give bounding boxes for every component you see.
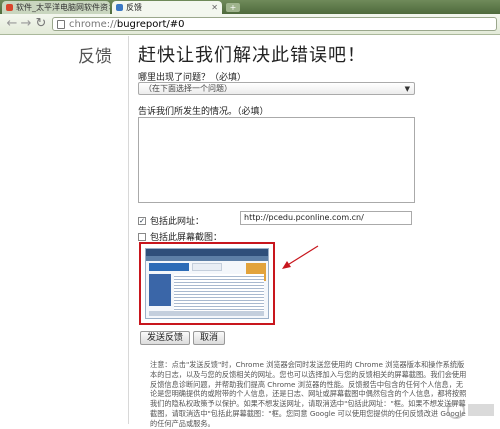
include-url-label: 包括此网址： (150, 217, 205, 227)
close-tab-icon[interactable]: ✕ (108, 3, 110, 12)
tab-pconline[interactable]: 软件_太平洋电脑网软件资 ✕ (2, 1, 110, 14)
privacy-note: 注意：点击"发送反馈"时，Chrome 浏览器会同时发送您使用的 Chrome … (150, 360, 467, 428)
cancel-button[interactable]: 取消 (193, 331, 226, 345)
screenshot-thumbnail[interactable] (145, 248, 269, 319)
url-scheme: chrome:// (69, 18, 117, 30)
address-bar[interactable]: chrome:// bugreport/#0 (52, 17, 497, 31)
include-screenshot-checkbox[interactable] (138, 232, 146, 241)
annotation-arrow-icon (282, 245, 319, 269)
url-input[interactable]: http://pcedu.pconline.com.cn/ (240, 211, 412, 225)
sidebar-title: 反馈 (78, 47, 112, 67)
feedback-favicon-icon (116, 4, 123, 11)
include-url-row: ✓ 包括此网址： (138, 214, 204, 227)
tab-strip: 软件_太平洋电脑网软件资 ✕ 反馈 ✕ + (0, 0, 500, 14)
describe-label: 告诉我们所发生的情况。（必填） (138, 107, 269, 117)
close-tab-icon[interactable]: ✕ (211, 3, 218, 12)
page-icon (57, 19, 65, 29)
watermark-logo (446, 398, 498, 422)
page-title: 赶快让我们解决此错误吧！ (138, 45, 366, 66)
screenshot-highlight-box (139, 242, 275, 325)
browser-toolbar: ← → ↻ chrome:// bugreport/#0 (0, 14, 500, 35)
reload-icon[interactable]: ↻ (34, 17, 48, 31)
forward-icon[interactable]: → (19, 17, 33, 31)
send-feedback-button[interactable]: 发送反馈 (140, 331, 191, 345)
chevron-down-icon: ▼ (404, 84, 410, 93)
tab-title: 反馈 (126, 3, 142, 12)
divider (128, 36, 129, 424)
pconline-favicon-icon (6, 4, 13, 11)
back-icon[interactable]: ← (5, 17, 19, 31)
tab-feedback[interactable]: 反馈 ✕ (112, 1, 222, 14)
include-url-checkbox[interactable]: ✓ (138, 216, 146, 225)
problem-select-value: （在下面选择一个问题） (144, 84, 232, 93)
new-tab-button[interactable]: + (226, 3, 240, 12)
tab-title: 软件_太平洋电脑网软件资 (16, 3, 108, 12)
description-textarea[interactable] (138, 117, 415, 203)
problem-select[interactable]: （在下面选择一个问题） ▼ (138, 82, 415, 95)
url-host: bugreport/#0 (116, 18, 185, 30)
